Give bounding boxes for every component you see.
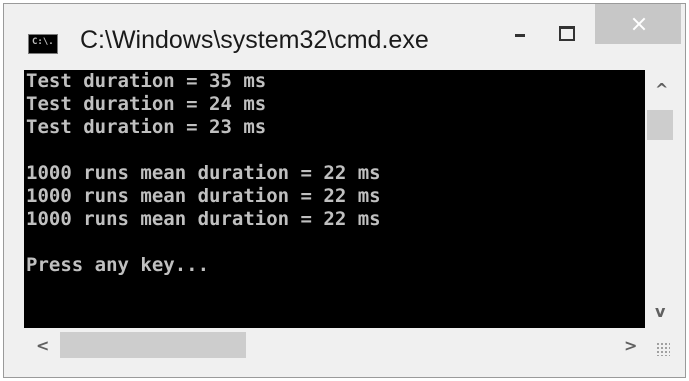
scroll-down-icon[interactable]: v xyxy=(655,302,665,321)
console-line: Test duration = 23 ms xyxy=(26,116,267,138)
scroll-left-icon[interactable]: < xyxy=(36,336,49,355)
console-line: Test duration = 24 ms xyxy=(26,93,267,115)
vertical-scrollbar[interactable]: ^ v xyxy=(645,70,679,328)
resize-grip-icon[interactable] xyxy=(656,342,670,356)
console-line: 1000 runs mean duration = 22 ms xyxy=(26,208,381,230)
minimize-button[interactable] xyxy=(507,4,535,44)
vertical-scroll-thumb[interactable] xyxy=(647,110,673,140)
scroll-up-icon[interactable]: ^ xyxy=(655,80,668,99)
scroll-right-icon[interactable]: > xyxy=(624,336,637,355)
cmd-window: C:\. C:\Windows\system32\cmd.exe Test du… xyxy=(3,3,686,378)
app-icon-text: C:\. xyxy=(32,37,54,47)
horizontal-scrollbar[interactable]: < > xyxy=(24,328,645,364)
horizontal-scroll-thumb[interactable] xyxy=(60,332,246,358)
console-line: Press any key... xyxy=(26,254,210,276)
window-title: C:\Windows\system32\cmd.exe xyxy=(80,26,429,54)
console-line: 1000 runs mean duration = 22 ms xyxy=(26,185,381,207)
close-button[interactable] xyxy=(595,4,681,44)
maximize-button[interactable] xyxy=(545,4,585,44)
cmd-app-icon[interactable]: C:\. xyxy=(28,34,58,54)
console-output[interactable]: Test duration = 35 ms Test duration = 24… xyxy=(24,70,645,328)
console-line: Test duration = 35 ms xyxy=(26,70,267,92)
console-line: 1000 runs mean duration = 22 ms xyxy=(26,162,381,184)
title-bar[interactable]: C:\. C:\Windows\system32\cmd.exe xyxy=(4,4,685,70)
